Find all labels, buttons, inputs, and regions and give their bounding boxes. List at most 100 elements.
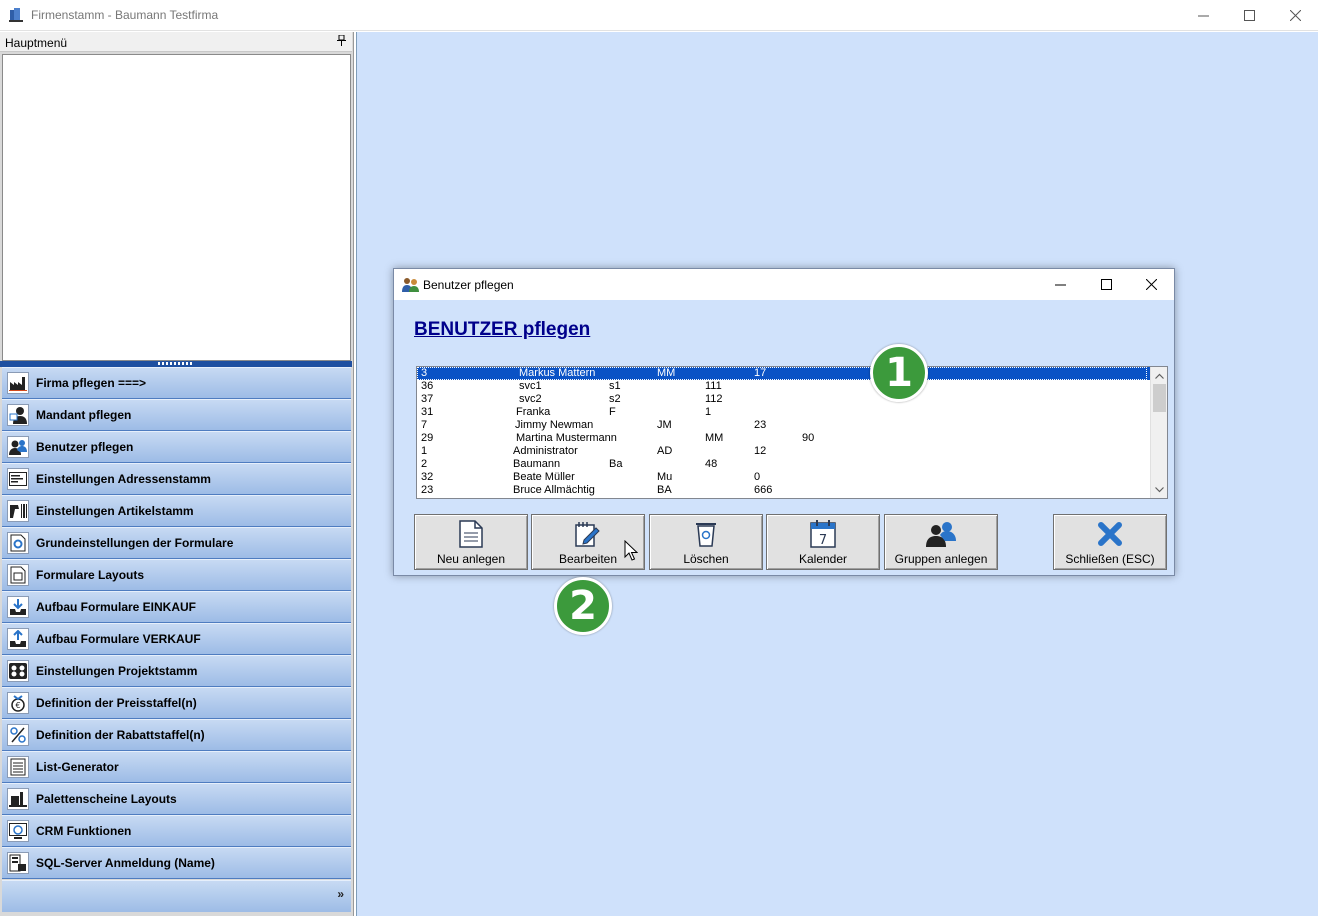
nav-item-list-generator[interactable]: List-Generator [2,751,351,783]
row-name: Markus Mattern [519,367,596,379]
nav-item-einstellungen-adressenstamm[interactable]: Einstellungen Adressenstamm [2,463,351,495]
row-id: 36 [421,380,434,392]
nav-item-preisstaffel[interactable]: € Definition der Preisstaffel(n) [2,687,351,719]
row-short: s2 [609,393,621,405]
form-settings-icon [7,532,29,554]
list-item[interactable]: 29 Martina Mustermann MM 90 [417,432,1167,445]
main-menu-panel: Hauptmenü Firma pflegen ===> Mandant pfl… [0,32,354,916]
nav-item-label: SQL-Server Anmeldung (Name) [36,856,215,870]
nav-item-crm-funktionen[interactable]: CRM Funktionen [2,815,351,847]
recycle-bin-icon [691,519,721,549]
nav-item-rabattstaffel[interactable]: Definition der Rabattstaffel(n) [2,719,351,751]
row-extra: 90 [802,432,815,444]
nav-item-formulare-layouts[interactable]: Formulare Layouts [2,559,351,591]
row-short: F [609,406,616,418]
row-num: 0 [754,471,761,483]
nav-item-label: Definition der Rabattstaffel(n) [36,728,205,742]
nav-item-aufbau-einkauf[interactable]: Aufbau Formulare EINKAUF [2,591,351,623]
nav-item-sql-server-anmeldung[interactable]: SQL-Server Anmeldung (Name) [2,847,351,879]
list-item[interactable]: 3 Markus Mattern MM 17 [417,367,1167,380]
row-kz: AD [657,445,673,457]
close-dialog-button[interactable]: Schließen (ESC) [1053,514,1167,570]
nav-item-label: Aufbau Formulare VERKAUF [36,632,201,646]
crm-icon [7,820,29,842]
main-title-bar: Firmenstamm - Baumann Testfirma [0,0,1318,31]
scroll-down-icon[interactable] [1151,481,1167,498]
scroll-thumb[interactable] [1153,384,1166,412]
nav-item-label: Einstellungen Adressenstamm [36,472,211,486]
nav-item-einstellungen-artikelstamm[interactable]: Einstellungen Artikelstamm [2,495,351,527]
close-icon [1289,10,1301,21]
delete-button[interactable]: Löschen [649,514,763,570]
calendar-icon: 7 [808,519,838,549]
row-short: s1 [609,380,621,392]
edit-icon [573,519,603,549]
address-card-icon [7,468,29,490]
pin-icon[interactable] [337,34,346,49]
list-item[interactable]: 7 Jimmy Newman JM 23 [417,419,1167,432]
list-item[interactable]: 32 Beate Müller Mu 0 [417,471,1167,484]
dialog-maximize-button[interactable] [1083,269,1129,300]
new-button-label: Neu anlegen [436,552,506,566]
list-item[interactable]: 1 Administrator AD 12 [417,445,1167,458]
row-kz: BA [657,484,672,496]
row-num: 23 [754,419,767,431]
nav-item-label: Definition der Preisstaffel(n) [36,696,197,710]
nav-item-firma-pflegen[interactable]: Firma pflegen ===> [2,367,351,399]
list-item[interactable]: 37 svc2 s2 112 [417,393,1167,406]
row-name: Bruce Allmächtig [513,484,595,496]
dialog-minimize-button[interactable] [1037,269,1083,300]
svg-text:€: € [15,701,20,710]
row-kz: Mu [657,471,673,483]
app-icon [9,8,23,22]
nav-item-aufbau-verkauf[interactable]: Aufbau Formulare VERKAUF [2,623,351,655]
sql-server-icon [7,852,29,874]
scroll-up-icon[interactable] [1151,367,1167,384]
list-item[interactable]: 23 Bruce Allmächtig BA 666 [417,484,1167,497]
dialog-close-button[interactable] [1128,269,1174,300]
nav-item-mandant-pflegen[interactable]: Mandant pflegen [2,399,351,431]
list-scrollbar[interactable] [1150,367,1167,498]
calendar-day: 7 [819,533,827,548]
list-item[interactable]: 31 Franka F 1 [417,406,1167,419]
row-num: 48 [705,458,718,470]
close-button[interactable] [1272,0,1318,31]
close-icon [1145,279,1157,290]
dialog-title-bar: Benutzer pflegen [394,269,1174,300]
new-button[interactable]: Neu anlegen [414,514,528,570]
row-id: 3 [421,367,428,379]
user-list[interactable]: 3 Markus Mattern MM 17 36 svc1 s1 111 37… [416,366,1168,499]
nav-item-label: List-Generator [36,760,119,774]
calendar-button[interactable]: 7 Kalender [766,514,880,570]
maximize-button[interactable] [1226,0,1272,31]
minimize-button[interactable] [1180,0,1226,31]
nav-item-einstellungen-projektstamm[interactable]: Einstellungen Projektstamm [2,655,351,687]
users-group-icon [402,278,419,292]
nav-item-label: Benutzer pflegen [36,440,134,454]
price-tag-icon: € [7,692,29,714]
nav-item-label: Grundeinstellungen der Formulare [36,536,234,550]
create-groups-button[interactable]: Gruppen anlegen [884,514,998,570]
row-id: 31 [421,406,434,418]
row-num: 1 [705,406,712,418]
nav-item-label: Aufbau Formulare EINKAUF [36,600,197,614]
menu-tree-area[interactable] [2,54,351,361]
row-name: Beate Müller [513,471,575,483]
users-icon [7,436,29,458]
nav-item-grundeinstellungen-formulare[interactable]: Grundeinstellungen der Formulare [2,527,351,559]
dialog-title: Benutzer pflegen [423,278,514,292]
row-num: 111 [705,380,722,392]
nav-item-benutzer-pflegen[interactable]: Benutzer pflegen [2,431,351,463]
row-num: 666 [754,484,773,496]
close-dialog-button-label: Schließen (ESC) [1065,552,1155,566]
row-kz: MM [657,367,676,379]
nav-item-palettenscheine-layouts[interactable]: Palettenscheine Layouts [2,783,351,815]
row-short: Ba [609,458,623,470]
nav-list: Firma pflegen ===> Mandant pflegen Benut… [2,367,351,879]
chevron-more-icon[interactable]: » [337,887,344,901]
factory-icon [7,372,29,394]
scanner-icon [7,500,29,522]
list-item[interactable]: 2 Baumann Ba 48 [417,458,1167,471]
list-item[interactable]: 36 svc1 s1 111 [417,380,1167,393]
nav-item-label: Mandant pflegen [36,408,132,422]
